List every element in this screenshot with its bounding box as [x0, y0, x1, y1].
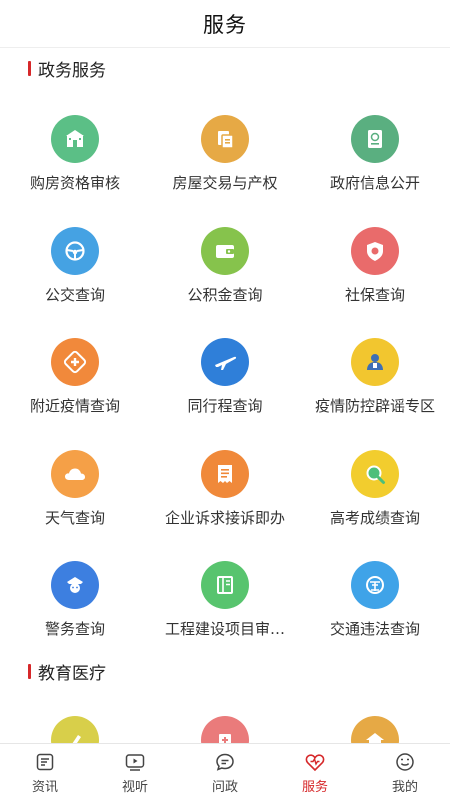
- news-icon: [36, 753, 54, 771]
- service-label: 警务查询: [44, 620, 105, 638]
- document-copy-icon: [201, 115, 249, 163]
- receipt-icon: [201, 449, 249, 498]
- section-title-text: 政务服务: [38, 60, 106, 81]
- education-medical-grid: [0, 692, 450, 743]
- page-title: 服务: [203, 12, 247, 37]
- video-icon: [125, 754, 145, 771]
- service-label: 政府信息公开: [329, 174, 420, 192]
- service-label: 购房资格审核: [29, 174, 120, 192]
- tab-label: 视听: [121, 780, 148, 795]
- edu-icon: [51, 715, 99, 743]
- bottom-tab-bar: 资讯 视听 问政 服务 我的: [0, 743, 450, 800]
- tab-video[interactable]: 视听: [90, 744, 180, 800]
- wallet-icon: [201, 226, 249, 275]
- service-tile-hospital[interactable]: [150, 692, 300, 743]
- traffic-law-icon: [351, 561, 399, 609]
- magnifier-icon: [351, 449, 399, 498]
- section-accent-bar: [28, 664, 31, 679]
- service-icon: [305, 754, 325, 772]
- passport-icon: [351, 115, 399, 163]
- service-label: 同行程查询: [187, 397, 263, 415]
- service-label: 疫情防控辟谣专区: [314, 397, 435, 415]
- smile-icon: [396, 753, 414, 771]
- tab-news[interactable]: 资讯: [0, 744, 90, 800]
- hospital-icon: [201, 715, 249, 743]
- tab-label: 我的: [391, 780, 418, 795]
- tab-service[interactable]: 服务: [270, 744, 360, 800]
- service-label: 企业诉求接诉即办: [164, 508, 285, 527]
- service-tile-weather[interactable]: 天气查询: [0, 423, 150, 535]
- service-label: 附近疫情查询: [29, 397, 120, 415]
- medical-cross-icon: [51, 338, 99, 386]
- service-tile-rumor-zone[interactable]: 疫情防控辟谣专区: [300, 311, 450, 423]
- service-label: 公积金查询: [187, 285, 263, 304]
- building-icon: [51, 115, 99, 163]
- service-label: 工程建设项目审…: [164, 620, 285, 638]
- service-label: 公交查询: [44, 285, 105, 304]
- book-icon: [201, 561, 249, 609]
- service-label: 高考成绩查询: [329, 508, 420, 527]
- shield-icon: [351, 226, 399, 275]
- service-tile-gaokao-score[interactable]: 高考成绩查询: [300, 423, 450, 535]
- service-label: 房屋交易与产权: [172, 174, 278, 192]
- service-tile-construction-approval[interactable]: 工程建设项目审…: [150, 534, 300, 646]
- service-tile-police[interactable]: 警务查询: [0, 534, 150, 646]
- airplane-icon: [201, 338, 249, 386]
- person-icon: [351, 338, 399, 386]
- service-tile-enterprise-appeal[interactable]: 企业诉求接诉即办: [150, 423, 300, 535]
- cloud-icon: [51, 449, 99, 498]
- service-content[interactable]: 政务服务 购房资格审核 房屋交易与产权 政府信息公开 公交查询 公积金查询 社保…: [0, 48, 450, 743]
- tab-inquiry[interactable]: 问政: [180, 744, 270, 800]
- section-title-government: 政务服务: [0, 48, 450, 88]
- tab-label: 服务: [301, 780, 328, 795]
- service-tile-social-security[interactable]: 社保查询: [300, 200, 450, 312]
- service-tile-housing[interactable]: [300, 692, 450, 743]
- service-label: 天气查询: [44, 508, 105, 527]
- service-tile-gov-info[interactable]: 政府信息公开: [300, 88, 450, 200]
- header: 服务: [0, 0, 450, 48]
- service-tile-nearby-epidemic[interactable]: 附近疫情查询: [0, 311, 150, 423]
- steering-wheel-icon: [51, 226, 99, 275]
- house-icon: [351, 715, 399, 743]
- service-tile-bus[interactable]: 公交查询: [0, 200, 150, 312]
- service-tile-house-trade[interactable]: 房屋交易与产权: [150, 88, 300, 200]
- section-title-text: 教育医疗: [38, 664, 106, 684]
- tab-label: 问政: [211, 780, 238, 795]
- service-tile-traffic-violation[interactable]: 交通违法查询: [300, 534, 450, 646]
- service-tile-housing-fund[interactable]: 公积金查询: [150, 200, 300, 312]
- police-icon: [51, 561, 99, 609]
- service-tile-same-trip[interactable]: 同行程查询: [150, 311, 300, 423]
- section-accent-bar: [28, 60, 31, 76]
- service-tile-house-qualification[interactable]: 购房资格审核: [0, 88, 150, 200]
- service-tile-education[interactable]: [0, 692, 150, 743]
- tab-label: 资讯: [31, 780, 58, 795]
- service-label: 交通违法查询: [329, 620, 420, 638]
- service-label: 社保查询: [344, 285, 405, 304]
- section-title-education-medical: 教育医疗: [0, 652, 450, 692]
- chat-icon: [216, 753, 234, 771]
- government-service-grid: 购房资格审核 房屋交易与产权 政府信息公开 公交查询 公积金查询 社保查询 附近…: [0, 88, 450, 646]
- tab-profile[interactable]: 我的: [360, 744, 450, 800]
